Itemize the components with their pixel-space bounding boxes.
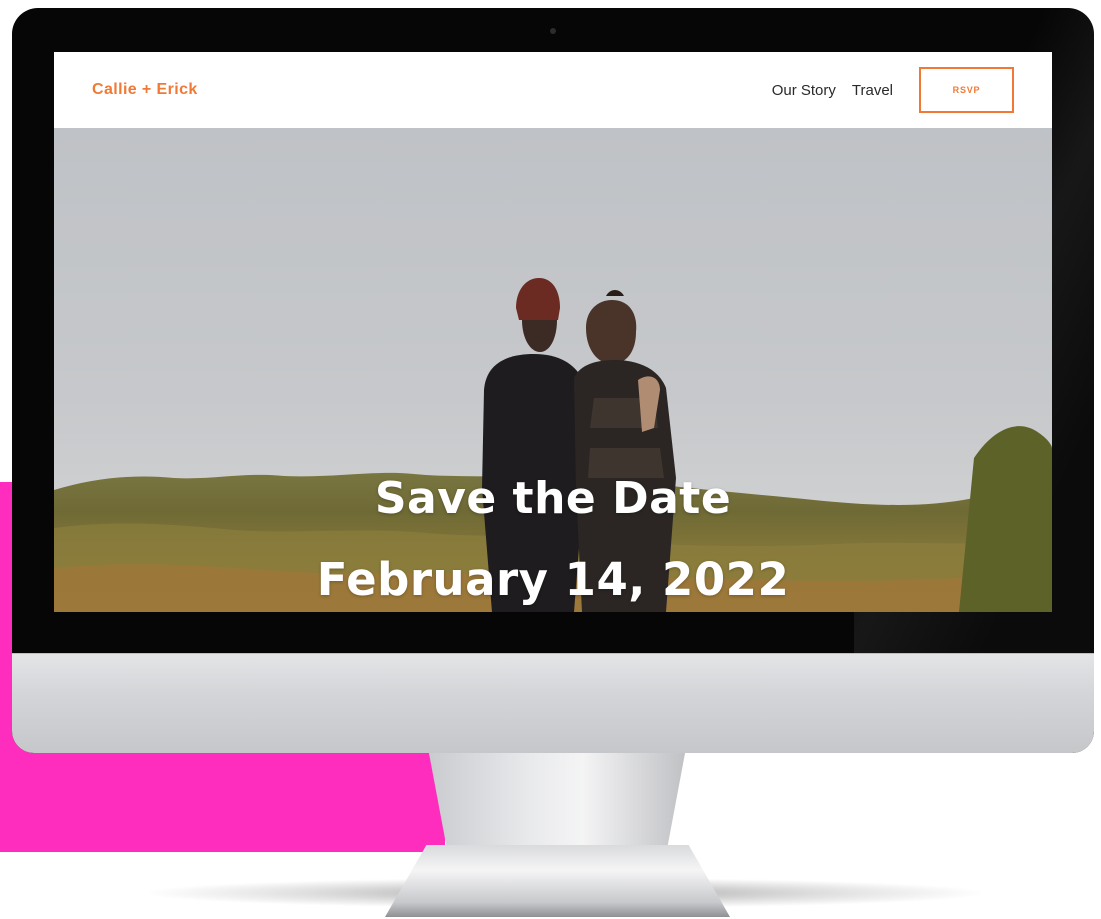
rsvp-button[interactable]: RSVP bbox=[919, 67, 1014, 113]
hero-date: February 14, 2022 bbox=[316, 553, 790, 606]
monitor-stand-neck bbox=[428, 748, 686, 858]
brand-logo[interactable]: Callie + Erick bbox=[92, 81, 198, 99]
monitor-stand-base bbox=[385, 845, 730, 917]
camera-icon bbox=[550, 28, 556, 34]
site-header: Callie + Erick Our Story Travel RSVP bbox=[54, 52, 1052, 128]
monitor-frame: Callie + Erick Our Story Travel RSVP Sav… bbox=[12, 8, 1094, 753]
hero-title: Save the Date bbox=[374, 473, 732, 524]
monitor-chin bbox=[12, 653, 1094, 753]
hero-section: Save the Date February 14, 2022 bbox=[54, 128, 1052, 612]
couple-silhouette bbox=[482, 278, 676, 612]
website-screen: Callie + Erick Our Story Travel RSVP Sav… bbox=[54, 52, 1052, 612]
main-nav: Our Story Travel RSVP bbox=[756, 67, 1014, 113]
nav-link-travel[interactable]: Travel bbox=[852, 82, 893, 99]
nav-link-our-story[interactable]: Our Story bbox=[772, 82, 836, 99]
